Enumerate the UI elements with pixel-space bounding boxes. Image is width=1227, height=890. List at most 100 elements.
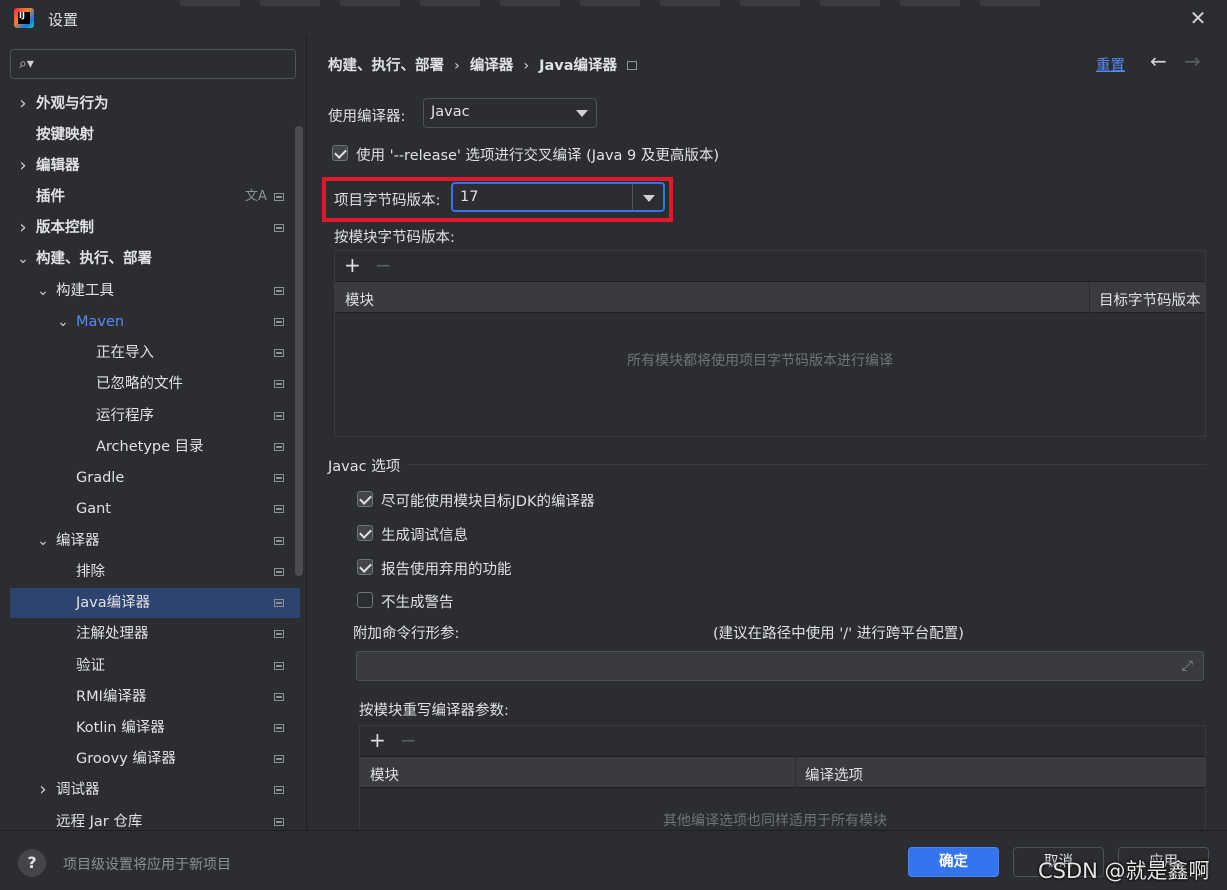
sidebar-item[interactable]: Archetype 目录	[0, 432, 296, 462]
sidebar-item[interactable]: ⌄ 编译器	[0, 526, 296, 556]
project-scope-icon	[274, 786, 284, 794]
option-checkbox[interactable]	[357, 491, 373, 507]
project-scope-icon	[274, 724, 284, 732]
sidebar-item[interactable]: › 调试器	[0, 775, 296, 805]
sidebar-scrollbar[interactable]	[295, 126, 303, 576]
sidebar-item[interactable]: 运行程序	[0, 401, 296, 431]
column-header-module[interactable]: 模块	[370, 764, 399, 785]
forward-arrow-icon[interactable]: →	[1184, 49, 1201, 73]
column-separator[interactable]	[1089, 282, 1090, 314]
column-header-module[interactable]: 模块	[345, 289, 374, 310]
settings-search-input[interactable]: ⌕▾	[10, 49, 296, 79]
breadcrumb: 构建、执行、部署 › 编译器 › Java编译器	[328, 54, 638, 75]
table-header: 模块 目标字节码版本	[335, 281, 1205, 314]
sidebar-item-label: 构建、执行、部署	[36, 251, 152, 267]
sidebar-item[interactable]: 插件 文A	[0, 182, 296, 212]
sidebar-item[interactable]: ⌄ 构建工具	[0, 276, 296, 306]
breadcrumb-item[interactable]: 构建、执行、部署	[328, 58, 444, 74]
sidebar-item[interactable]: › 版本控制	[0, 213, 296, 243]
help-icon[interactable]: ?	[18, 849, 46, 877]
sidebar-item[interactable]: 正在导入	[0, 338, 296, 368]
chevron-right-icon[interactable]: ›	[16, 89, 30, 119]
sidebar-item-label: Gant	[76, 501, 111, 517]
sidebar-item[interactable]: › 外观与行为	[0, 89, 296, 119]
release-option-checkbox[interactable]	[332, 145, 348, 161]
project-scope-icon	[274, 474, 284, 482]
window-title: 设置	[48, 11, 79, 29]
reset-link[interactable]: 重置	[1096, 54, 1125, 75]
sidebar-item[interactable]: RMI编译器	[0, 682, 296, 712]
sidebar-item[interactable]: ⌄ 构建、执行、部署	[0, 244, 296, 274]
intellij-app-icon: IJ	[14, 8, 34, 28]
bytecode-version-value[interactable]: 17	[460, 189, 478, 205]
title-bar: IJ 设置 ✕	[0, 0, 1227, 36]
search-icon: ⌕▾	[19, 56, 34, 72]
sidebar-item[interactable]: 按键映射	[0, 120, 296, 150]
sidebar-item-label: 调试器	[56, 782, 100, 798]
dialog-footer: ? 项目级设置将应用于新项目 确定 取消 应用 CSDN @就是鑫啊	[0, 830, 1227, 890]
column-separator[interactable]	[795, 757, 796, 789]
sidebar-item[interactable]: Gant	[0, 494, 296, 524]
project-scope-icon	[274, 630, 284, 638]
extra-args-hint: (建议在路径中使用 '/' 进行跨平台配置)	[713, 626, 964, 642]
project-scope-icon	[274, 349, 284, 357]
compiler-label: 使用编译器:	[328, 109, 406, 125]
chevron-right-icon[interactable]: ›	[16, 213, 30, 243]
sidebar-item[interactable]: 注解处理器	[0, 619, 296, 649]
sidebar-item-label: 编译器	[56, 533, 100, 549]
expand-icon[interactable]: ⤢	[1182, 658, 1193, 674]
chevron-down-icon[interactable]: ⌄	[56, 307, 70, 337]
chevron-down-icon[interactable]	[643, 195, 655, 202]
back-arrow-icon[interactable]: ←	[1150, 49, 1167, 73]
javac-section-title: Javac 选项	[328, 459, 401, 475]
remove-icon: −	[375, 253, 392, 277]
sidebar-item[interactable]: 排除	[0, 557, 296, 587]
sidebar-item-label: Maven	[76, 314, 125, 330]
sidebar-item[interactable]: Gradle	[0, 463, 296, 493]
option-checkbox[interactable]	[357, 559, 373, 575]
option-checkbox[interactable]	[357, 592, 373, 608]
chevron-right-icon[interactable]: ›	[16, 151, 30, 181]
breadcrumb-item[interactable]: 编译器	[470, 58, 514, 74]
per-module-bytecode-label: 按模块字节码版本:	[334, 230, 455, 246]
sidebar-item-label: 外观与行为	[36, 96, 109, 112]
column-header-target-bytecode[interactable]: 目标字节码版本	[1099, 289, 1201, 310]
option-label: 尽可能使用模块目标JDK的编译器	[381, 494, 595, 510]
bytecode-version-combo[interactable]: 17	[451, 182, 665, 212]
sidebar-item[interactable]: 验证	[0, 651, 296, 681]
compiler-select[interactable]: Javac	[423, 98, 597, 128]
sidebar-item-label: Java编译器	[76, 595, 151, 611]
compiler-select-value: Javac	[431, 104, 470, 120]
option-checkbox[interactable]	[357, 525, 373, 541]
chevron-down-icon[interactable]: ⌄	[36, 526, 50, 556]
sidebar-item[interactable]: ⌄ Maven	[0, 307, 296, 337]
sidebar-item[interactable]: 已忽略的文件	[0, 369, 296, 399]
close-icon[interactable]: ✕	[1186, 6, 1210, 30]
chevron-down-icon[interactable]: ⌄	[36, 276, 50, 306]
sidebar-item[interactable]: › 编辑器	[0, 151, 296, 181]
sidebar-item[interactable]: Groovy 编译器	[0, 744, 296, 774]
breadcrumb-separator: ›	[523, 58, 530, 74]
add-icon[interactable]: +	[344, 253, 361, 277]
table-empty-text: 其他编译选项也同样适用于所有模块	[663, 813, 887, 829]
project-scope-icon	[274, 193, 284, 201]
remove-icon: −	[400, 728, 417, 752]
table-header: 模块 编译选项	[360, 756, 1205, 789]
project-scope-icon	[274, 662, 284, 670]
project-scope-icon	[274, 380, 284, 388]
extra-args-input[interactable]: ⤢	[356, 651, 1204, 681]
sidebar-item-label: Groovy 编译器	[76, 751, 176, 767]
extra-args-label: 附加命令行形参:	[353, 626, 460, 642]
add-icon[interactable]: +	[369, 728, 386, 752]
chevron-down-icon[interactable]: ⌄	[16, 244, 30, 274]
sidebar-item[interactable]: Kotlin 编译器	[0, 713, 296, 743]
chevron-right-icon[interactable]: ›	[36, 775, 50, 805]
section-divider	[407, 464, 1207, 465]
ok-button[interactable]: 确定	[908, 847, 999, 877]
sidebar-item-label: Gradle	[76, 470, 125, 486]
sidebar-item-label: 验证	[76, 658, 105, 674]
sidebar-item[interactable]: Java编译器	[10, 588, 300, 618]
table-toolbar: + −	[360, 726, 1205, 756]
settings-sidebar: ⌕▾ › 外观与行为 按键映射 › 编辑器 插件 文A › 版本控制 ⌄ 构建、执行、部署 ⌄ 构建工具…	[0, 36, 306, 830]
column-header-compile-options[interactable]: 编译选项	[805, 764, 863, 785]
